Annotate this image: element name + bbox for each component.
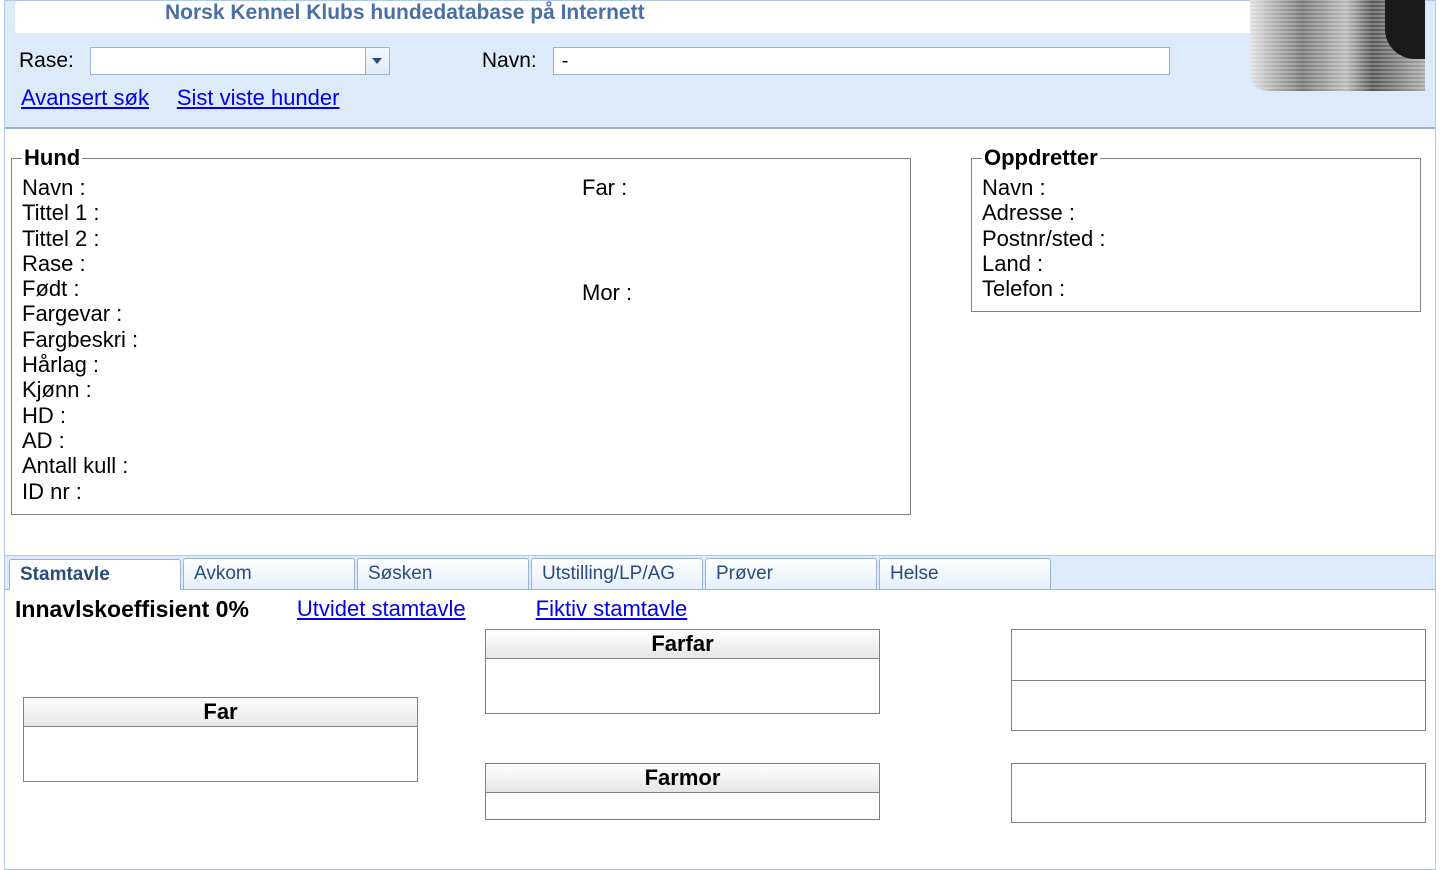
pedigree-ggp-1-box xyxy=(1011,629,1426,731)
pedigree-farmor-body xyxy=(486,793,879,819)
hund-fargevar: Fargevar : xyxy=(22,301,542,326)
tab-avkom[interactable]: Avkom xyxy=(183,558,355,589)
hund-legend: Hund xyxy=(22,145,82,171)
pedigree-far-body xyxy=(24,727,417,781)
hund-fieldset: Hund Navn : Tittel 1 : Tittel 2 : Rase :… xyxy=(11,145,911,515)
pedigree-farmor-box: Farmor xyxy=(485,763,880,820)
opp-adresse: Adresse : xyxy=(982,200,1410,225)
pedigree-farfar-box: Farfar xyxy=(485,629,880,714)
rase-select[interactable] xyxy=(90,47,390,75)
oppdretter-legend: Oppdretter xyxy=(982,145,1100,171)
hund-far: Far : xyxy=(582,175,900,200)
navn-input[interactable] xyxy=(553,47,1170,75)
tab-sosken[interactable]: Søsken xyxy=(357,558,529,589)
hund-rase: Rase : xyxy=(22,251,542,276)
hund-harlag: Hårlag : xyxy=(22,352,542,377)
tab-stamtavle[interactable]: Stamtavle xyxy=(9,559,181,590)
hund-hd: HD : xyxy=(22,403,542,428)
tab-prover[interactable]: Prøver xyxy=(705,558,877,589)
hund-fargbeskri: Fargbeskri : xyxy=(22,327,542,352)
pedigree-grid: Far Farfar Farmor xyxy=(11,629,1429,829)
avansert-sok-link[interactable]: Avansert søk xyxy=(21,85,149,110)
hund-fodt: Født : xyxy=(22,276,542,301)
hund-tittel1: Tittel 1 : xyxy=(22,200,542,225)
tab-helse[interactable]: Helse xyxy=(879,558,1051,589)
tab-strip: Stamtavle Avkom Søsken Utstilling/LP/AG … xyxy=(5,556,1435,590)
fiktiv-stamtavle-link[interactable]: Fiktiv stamtavle xyxy=(536,596,688,622)
oppdretter-fieldset: Oppdretter Navn : Adresse : Postnr/sted … xyxy=(971,145,1421,312)
pedigree-farfar-body xyxy=(486,659,879,713)
opp-land: Land : xyxy=(982,251,1410,276)
hund-navn: Navn : xyxy=(22,175,542,200)
header-dog-image xyxy=(1250,0,1425,91)
pedigree-far-header: Far xyxy=(24,698,417,727)
utvidet-stamtavle-link[interactable]: Utvidet stamtavle xyxy=(297,596,466,622)
rase-label: Rase: xyxy=(19,49,74,73)
pedigree-far-box: Far xyxy=(23,697,418,782)
opp-navn: Navn : xyxy=(982,175,1410,200)
hund-tittel2: Tittel 2 : xyxy=(22,226,542,251)
hund-antallkull: Antall kull : xyxy=(22,453,542,478)
header-subtitle: Norsk Kennel Klubs hundedatabase på Inte… xyxy=(15,1,1425,25)
pedigree-farmor-header: Farmor xyxy=(486,764,879,793)
hund-kjonn: Kjønn : xyxy=(22,377,542,402)
chevron-down-icon[interactable] xyxy=(365,48,389,74)
hund-mor: Mor : xyxy=(582,280,900,305)
opp-telefon: Telefon : xyxy=(982,276,1410,301)
navn-label: Navn: xyxy=(482,49,537,73)
innavls-koeffisient: Innavlskoeffisient 0% xyxy=(15,596,249,623)
hund-ad: AD : xyxy=(22,428,542,453)
pedigree-farfar-header: Farfar xyxy=(486,630,879,659)
sist-viste-hunder-link[interactable]: Sist viste hunder xyxy=(177,85,340,110)
pedigree-ggp-2-box xyxy=(1011,763,1426,823)
opp-postnrsted: Postnr/sted : xyxy=(982,226,1410,251)
tab-utstilling[interactable]: Utstilling/LP/AG xyxy=(531,558,703,589)
hund-idnr: ID nr : xyxy=(22,479,542,504)
